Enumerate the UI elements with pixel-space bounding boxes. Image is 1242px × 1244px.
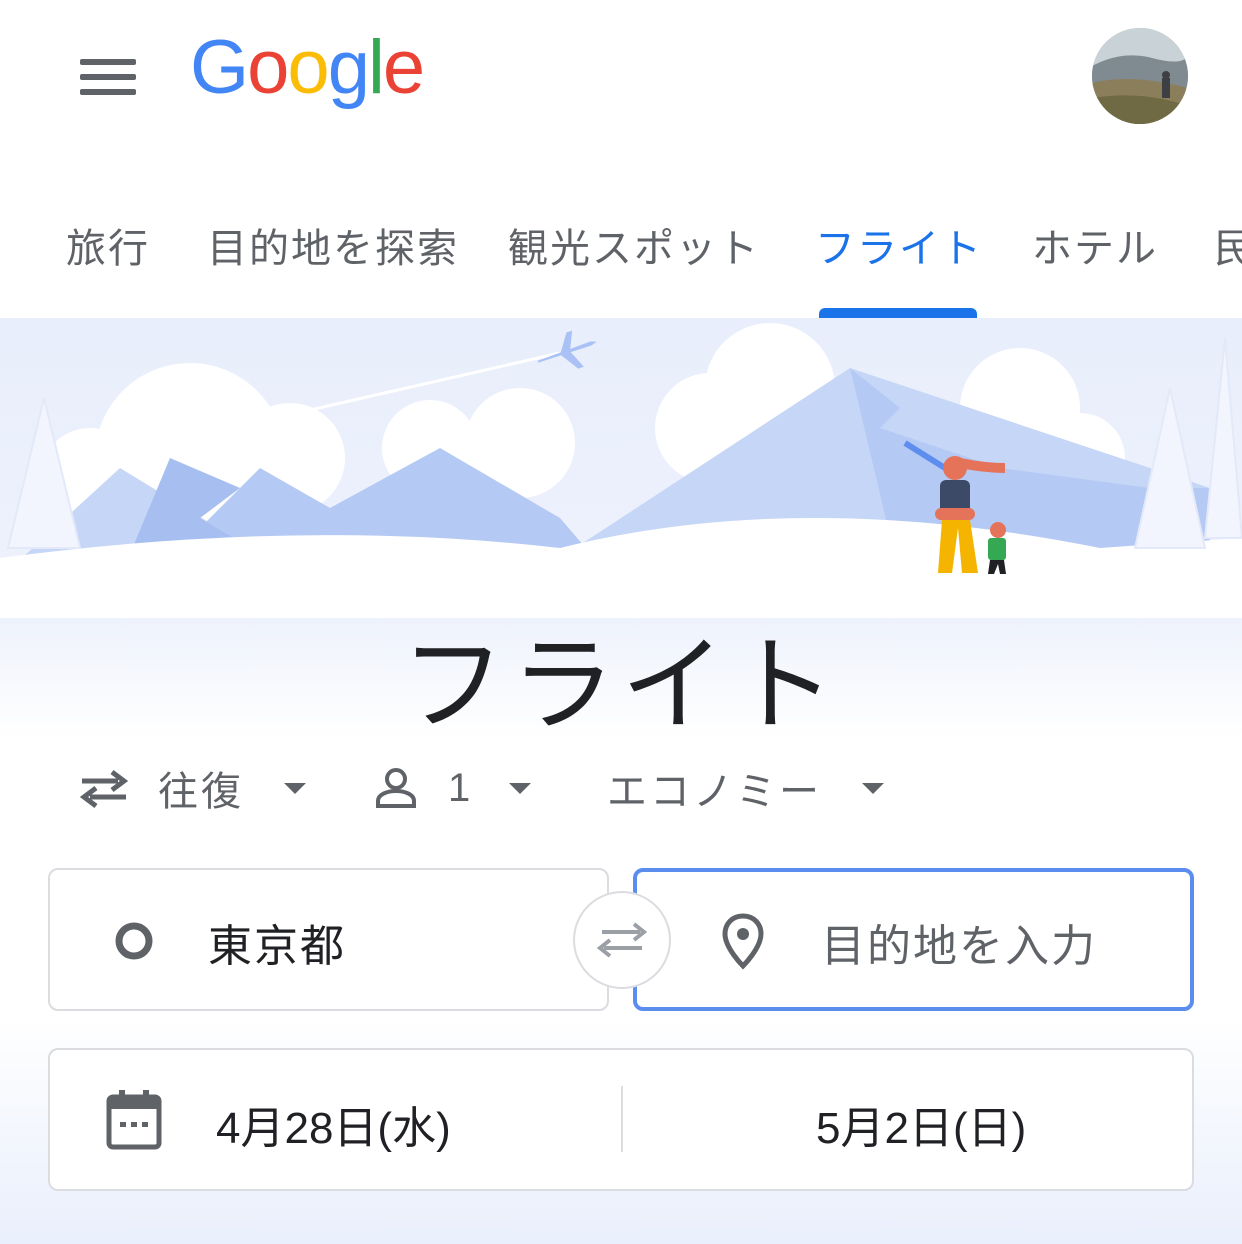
tab-things-to-do[interactable]: 観光スポット: [508, 216, 760, 274]
chevron-down-icon: [509, 782, 532, 794]
trip-type-selector[interactable]: 往復: [78, 758, 306, 818]
origin-value: 東京都: [208, 921, 346, 972]
logo-letter: g: [327, 25, 370, 110]
tab-travel[interactable]: 旅行: [66, 216, 150, 274]
airplane-icon: [537, 330, 597, 369]
hamburger-menu-icon[interactable]: [70, 46, 146, 106]
top-app-bar: Google: [0, 0, 1242, 160]
logo-letter: G: [190, 25, 249, 110]
destination-field[interactable]: 目的地を入力: [633, 868, 1194, 1011]
swap-arrows-icon: [596, 922, 648, 958]
date-range-field: 4月28日(水) 5月2日(日): [48, 1048, 1194, 1191]
trip-type-label: 往復: [158, 769, 244, 815]
account-avatar[interactable]: [1092, 28, 1188, 124]
avatar-photo: [1092, 28, 1188, 124]
circle-origin-icon: [115, 922, 153, 960]
swap-origin-destination-button[interactable]: [573, 891, 671, 989]
tab-hotels[interactable]: ホテル: [1032, 216, 1158, 274]
swap-arrows-icon: [79, 770, 129, 808]
flights-hero: フライト 往復 1 エコノミー 東京都 目的地を入力 4月28日(水) 5月2日…: [0, 318, 1242, 1244]
person-icon: [376, 768, 416, 808]
cabin-class-label: エコノミー: [607, 769, 822, 815]
date-divider: [621, 1086, 623, 1152]
logo-letter: l: [367, 25, 385, 110]
location-pin-icon: [722, 913, 764, 970]
return-date-button[interactable]: 5月2日(日): [624, 1050, 1192, 1189]
departure-date: 4月28日(水): [216, 1104, 451, 1153]
passenger-selector[interactable]: 1: [374, 758, 532, 818]
logo-letter: o: [247, 25, 289, 110]
google-logo[interactable]: Google: [190, 25, 425, 110]
tab-bar: 旅行 目的地を探索 観光スポット フライト ホテル 民: [0, 160, 1242, 320]
logo-letter: e: [382, 25, 425, 110]
return-date: 5月2日(日): [816, 1104, 1027, 1153]
passenger-count: 1: [448, 765, 474, 810]
origin-field[interactable]: 東京都: [48, 868, 609, 1011]
departure-date-button[interactable]: 4月28日(水): [50, 1050, 622, 1189]
cabin-class-selector[interactable]: エコノミー: [607, 758, 884, 818]
chevron-down-icon: [862, 782, 884, 794]
hero-illustration: [0, 323, 1242, 618]
chevron-down-icon: [284, 782, 306, 794]
active-tab-indicator: [819, 308, 977, 318]
page-title: フライト: [400, 624, 841, 746]
destination-placeholder: 目的地を入力: [821, 921, 1097, 972]
tab-vacation-rentals[interactable]: 民: [1214, 216, 1242, 274]
logo-letter: o: [287, 25, 329, 110]
tab-explore[interactable]: 目的地を探索: [207, 216, 459, 274]
tab-flights[interactable]: フライト: [815, 216, 983, 274]
